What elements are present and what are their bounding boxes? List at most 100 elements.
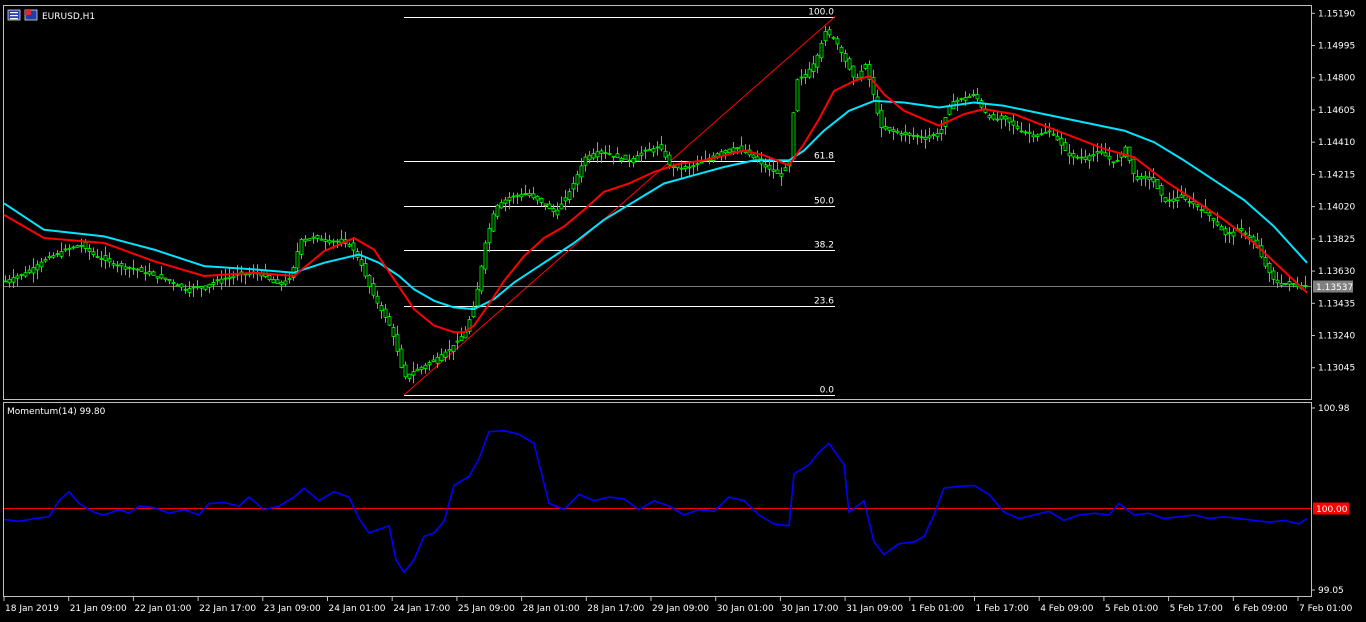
candle-body [1171, 198, 1176, 202]
candle-body [399, 348, 404, 368]
candle-body [971, 94, 976, 96]
candle-body [407, 373, 412, 379]
candle-body [491, 213, 496, 232]
candle-body [283, 280, 288, 285]
candle-body [879, 109, 884, 129]
price-axis-tick-label: 1.13630 [1318, 267, 1355, 277]
candle-body [35, 264, 40, 271]
candle-body [591, 153, 596, 159]
candle-body [579, 165, 584, 178]
candle-body [895, 130, 900, 134]
candle-body [539, 197, 544, 203]
candle-body [131, 267, 136, 270]
candle-body [511, 195, 516, 198]
price-axis-tick-label: 1.14995 [1318, 42, 1355, 52]
candle-body [179, 283, 184, 288]
candle-body [391, 327, 396, 337]
price-axis-tick-label: 1.14020 [1318, 203, 1355, 213]
fib-level-label: 23.6 [814, 297, 834, 307]
candle-body [919, 136, 924, 139]
candle-body [275, 279, 280, 285]
candle-body [819, 42, 824, 59]
candle-body [447, 348, 452, 352]
candle-body [1159, 185, 1164, 196]
candle-body [295, 251, 300, 269]
candle-body [171, 282, 176, 284]
candle-body [1239, 228, 1244, 232]
candle-body [1303, 284, 1308, 287]
candle-body [739, 145, 744, 151]
time-axis-tick-label: 5 Feb 01:00 [1105, 604, 1159, 614]
candle-body [1275, 279, 1280, 284]
candle-body [1035, 134, 1040, 137]
candle-body [527, 193, 532, 197]
candle-body [599, 150, 604, 154]
candle-body [1187, 201, 1192, 204]
candle-body [99, 258, 104, 260]
candle-body [419, 366, 424, 370]
candle-body [803, 74, 808, 78]
candle-body [1063, 142, 1068, 151]
fibonacci-retracement[interactable]: 100.0 61.8 50.0 38.2 23.6 0.0 [4, 8, 1311, 396]
fib-level-label: 61.8 [814, 152, 834, 162]
slow-moving-average-line [3, 99, 1308, 311]
candle-body [1219, 225, 1224, 231]
candle-body [459, 336, 464, 341]
candle-body [815, 54, 820, 68]
candle-body [1023, 131, 1028, 134]
candle-body [1067, 152, 1072, 157]
candle-body [1083, 156, 1088, 160]
candle-body [1155, 179, 1160, 189]
candle-body [1215, 221, 1220, 226]
price-axis-tick-label: 1.14800 [1318, 74, 1355, 84]
candle-body [1103, 152, 1108, 157]
candle-body [1195, 204, 1200, 207]
candle-body [203, 285, 208, 290]
candle-body [699, 161, 704, 164]
time-axis-tick-label: 7 Feb 01:00 [1299, 604, 1353, 614]
candle-body [519, 193, 524, 198]
time-axis-tick-label: 4 Feb 09:00 [1040, 604, 1094, 614]
fib-level-label: 50.0 [814, 197, 834, 207]
candle-body [887, 126, 892, 131]
candle-body [639, 152, 644, 156]
candle-body [135, 268, 140, 271]
candle-body [195, 286, 200, 288]
candle-body [103, 255, 108, 261]
candle-body [191, 286, 196, 289]
candle-body [1143, 175, 1148, 179]
chart-canvas[interactable]: EURUSD,H1 Momentum(14) 99.80 100.0 61.8 50… [0, 0, 1366, 622]
candle-body [503, 199, 508, 204]
momentum-series [3, 429, 1311, 574]
candle-body [7, 278, 12, 284]
candle-body [863, 64, 868, 69]
time-axis-tick-label: 31 Jan 09:00 [846, 604, 903, 614]
candle-body [907, 132, 912, 136]
candle-body [1267, 263, 1272, 274]
candle-body [1191, 200, 1196, 205]
candle-body [115, 264, 120, 267]
candle-body [775, 169, 780, 174]
candle-body [15, 275, 20, 279]
time-axis-tick-label: 18 Jan 2019 [5, 604, 59, 614]
candle-body [1007, 117, 1012, 123]
candle-body [615, 153, 620, 158]
candle-body [1207, 212, 1212, 217]
candle-body [643, 149, 648, 152]
candle-body [575, 174, 580, 185]
fib-trendline [403, 16, 836, 396]
candle-body [315, 235, 320, 239]
candle-body [175, 284, 180, 287]
momentum-level-tag-label: 100.00 [1316, 505, 1348, 515]
candle-body [383, 308, 388, 318]
candle-body [559, 203, 564, 210]
candle-body [1287, 281, 1292, 285]
candle-body [59, 251, 64, 257]
candle-body [1099, 150, 1104, 154]
candle-body [911, 134, 916, 137]
momentum-axis-tick-label: 100.98 [1318, 404, 1350, 414]
candle-body [1263, 257, 1268, 267]
candle-body [515, 194, 520, 197]
time-axis-tick-label: 22 Jan 17:00 [199, 604, 256, 614]
candle-body [387, 316, 392, 326]
